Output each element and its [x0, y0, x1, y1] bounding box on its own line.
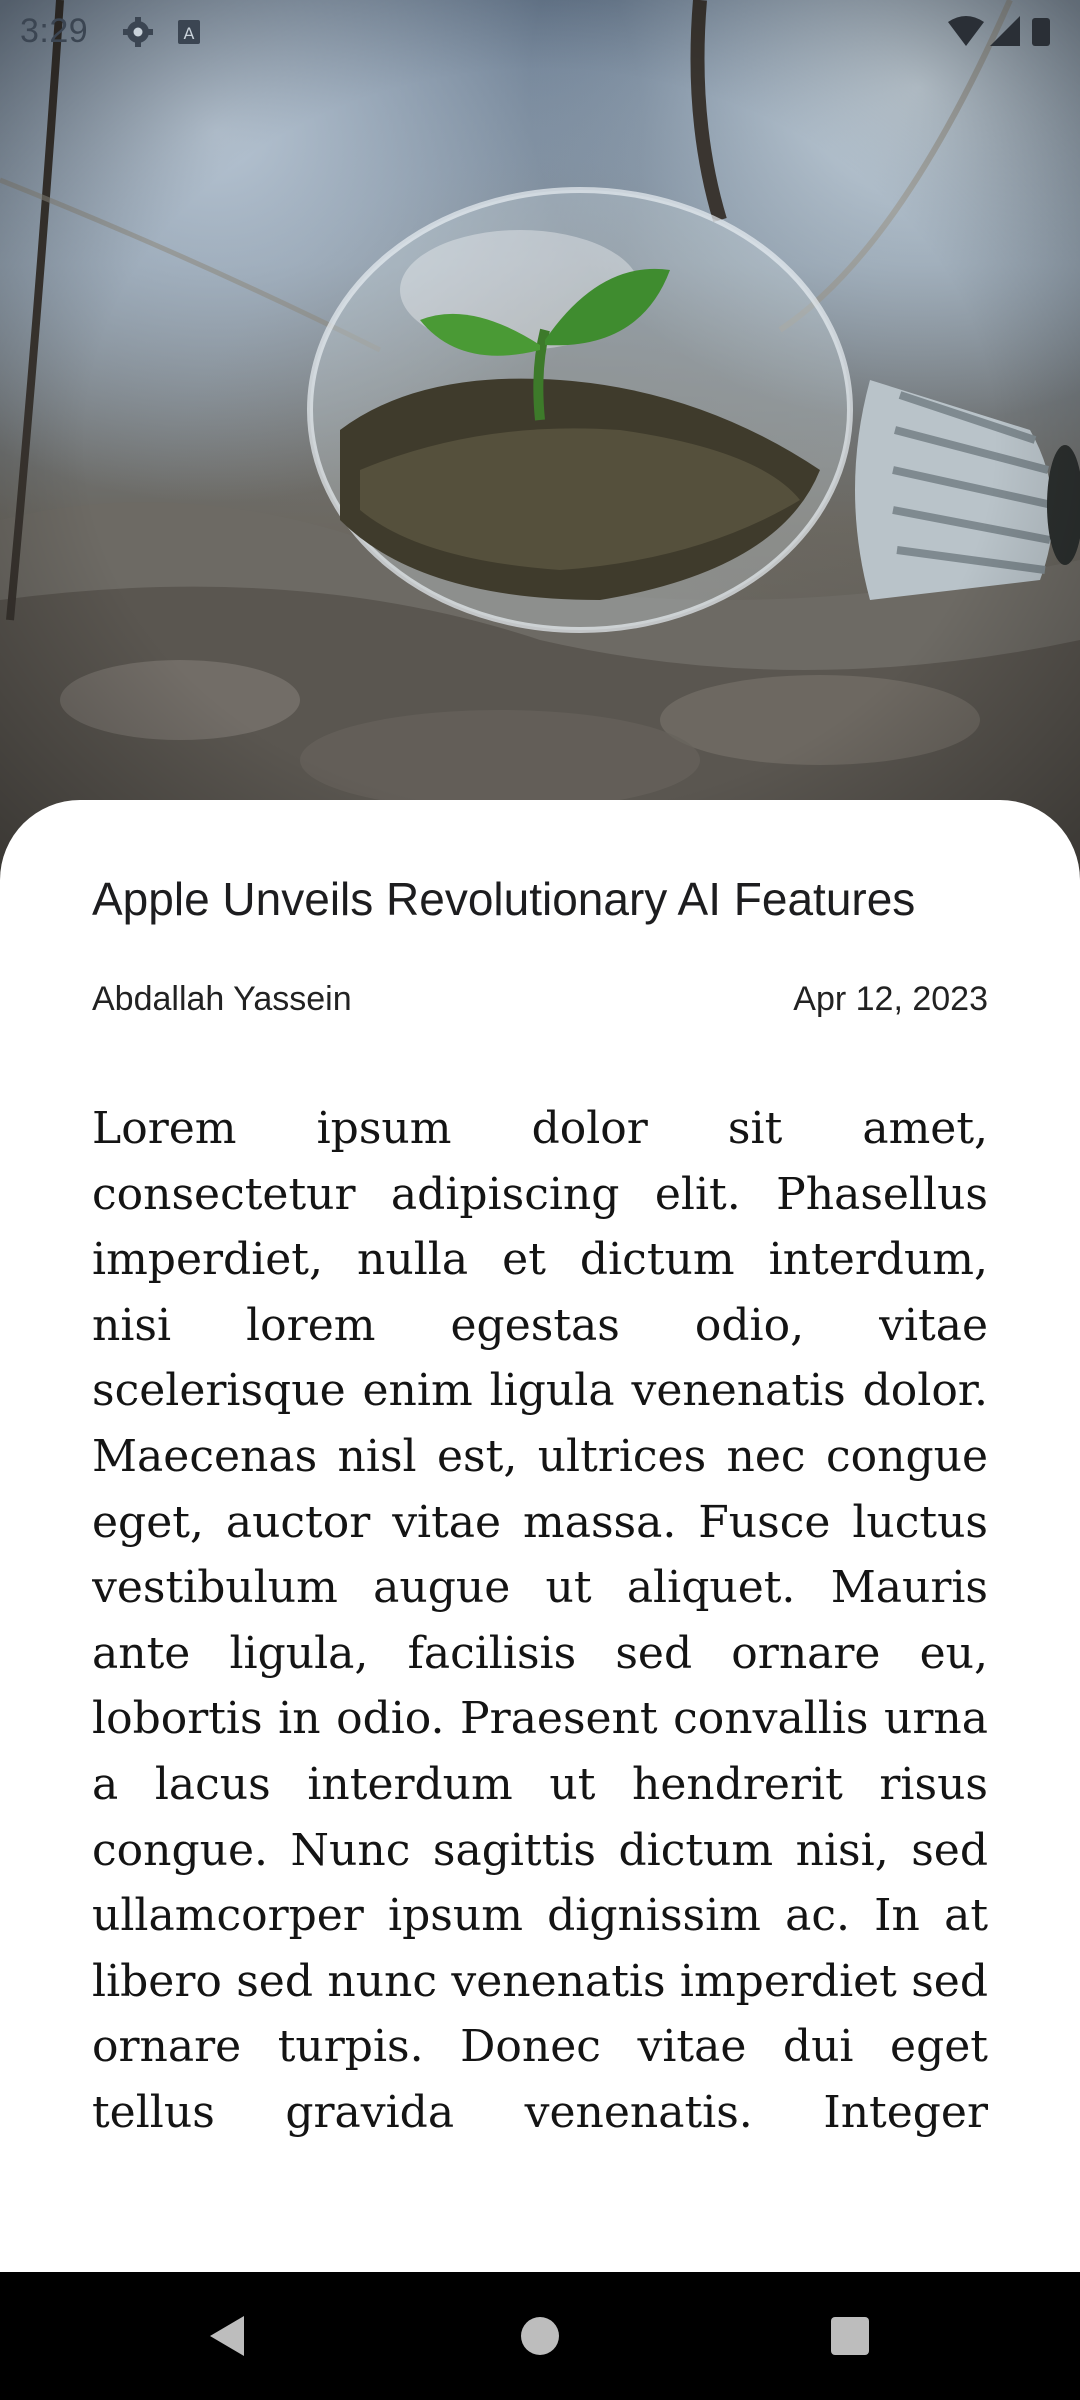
status-right-icons — [946, 14, 1056, 54]
article-screen: 3:29 A Apple Unveils Revolutionary AI Fe… — [0, 0, 1080, 2400]
article-author: Abdallah Yassein — [92, 980, 352, 1018]
hero-image — [0, 0, 1080, 880]
battery-icon — [1032, 18, 1050, 46]
recents-button[interactable] — [820, 2306, 880, 2366]
navigation-bar — [0, 2272, 1080, 2400]
status-left-icons: A — [120, 14, 200, 54]
keyboard-a-icon: A — [178, 20, 200, 44]
recents-icon — [831, 2317, 869, 2355]
article-date: Apr 12, 2023 — [793, 980, 988, 1018]
back-icon — [210, 2316, 244, 2356]
wifi-icon — [948, 16, 984, 46]
article-body: Lorem ipsum dolor sit amet, consectetur … — [92, 1103, 988, 2138]
back-button[interactable] — [196, 2306, 256, 2366]
article-title: Apple Unveils Revolutionary AI Features — [92, 873, 916, 925]
status-bar: 3:29 A — [0, 0, 1080, 64]
lightbulb-seedling-illustration — [0, 0, 1080, 880]
home-icon — [521, 2317, 559, 2355]
settings-gear-icon — [123, 17, 153, 47]
svg-text:A: A — [184, 24, 195, 43]
home-button[interactable] — [510, 2306, 570, 2366]
status-time: 3:29 — [20, 12, 89, 50]
article-card: Apple Unveils Revolutionary AI Features … — [0, 800, 1080, 2272]
cell-signal-icon — [990, 16, 1020, 46]
